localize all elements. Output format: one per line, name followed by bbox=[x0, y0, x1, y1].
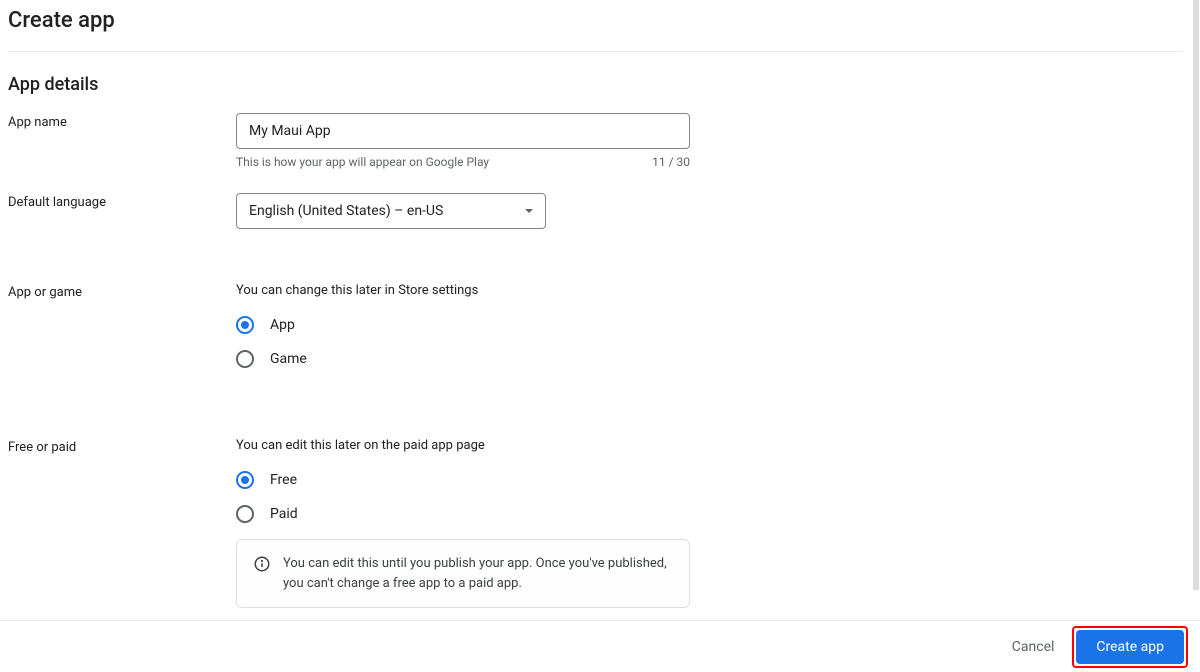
radio-app[interactable]: App bbox=[236, 316, 1192, 334]
default-language-select[interactable]: English (United States) – en-US bbox=[236, 193, 546, 229]
radio-paid[interactable]: Paid bbox=[236, 505, 1192, 523]
radio-free-label: Free bbox=[270, 472, 297, 488]
section-title-app-details: App details bbox=[8, 52, 1192, 113]
radio-paid-label: Paid bbox=[270, 506, 298, 522]
radio-app-label: App bbox=[270, 317, 295, 333]
label-default-language: Default language bbox=[8, 193, 236, 210]
radio-icon bbox=[236, 505, 254, 523]
cancel-button[interactable]: Cancel bbox=[998, 631, 1069, 663]
info-icon bbox=[253, 555, 271, 573]
radio-icon bbox=[236, 316, 254, 334]
info-box: You can edit this until you publish your… bbox=[236, 539, 690, 608]
page-title: Create app bbox=[8, 0, 1192, 51]
app-name-counter: 11 / 30 bbox=[652, 155, 690, 169]
info-text: You can edit this until you publish your… bbox=[283, 554, 673, 593]
radio-game[interactable]: Game bbox=[236, 350, 1192, 368]
radio-free[interactable]: Free bbox=[236, 471, 1192, 489]
radio-icon bbox=[236, 471, 254, 489]
create-app-button[interactable]: Create app bbox=[1076, 630, 1184, 664]
label-app-name: App name bbox=[8, 113, 236, 130]
app-name-helper: This is how your app will appear on Goog… bbox=[236, 155, 489, 169]
scrollbar[interactable] bbox=[1193, 0, 1199, 590]
label-free-or-paid: Free or paid bbox=[8, 438, 236, 455]
label-app-or-game: App or game bbox=[8, 283, 236, 300]
highlight-frame: Create app bbox=[1072, 626, 1188, 668]
radio-game-label: Game bbox=[270, 351, 307, 367]
chevron-down-icon bbox=[525, 209, 533, 213]
footer: Cancel Create app bbox=[0, 620, 1200, 672]
radio-icon bbox=[236, 350, 254, 368]
hint-app-or-game: You can change this later in Store setti… bbox=[236, 283, 1192, 298]
hint-free-or-paid: You can edit this later on the paid app … bbox=[236, 438, 1192, 453]
default-language-value: English (United States) – en-US bbox=[249, 203, 443, 219]
app-name-input[interactable] bbox=[236, 113, 690, 149]
